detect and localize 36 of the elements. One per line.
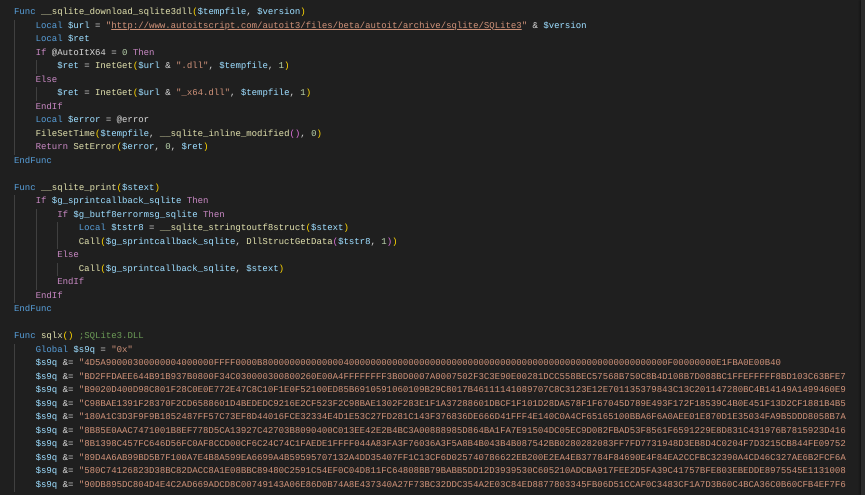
code-line: Call($g_sprintcallback_sqlite, $stext) — [78, 264, 284, 274]
code-line: $s9q &= "B9020D400D98C801F28C0E0E772E47C8C10F1E0F52100ED85B6910591060109B29C8017B46111141089707C8C3123E12E701135379843C13C201147280BC4B14149A1499460E9 — [36, 385, 846, 395]
code-line: $s9q &= "180A1C3D3F9F9B1852487FF57C73EF8D44016FCE32334E4D1E53C27FD281C143F376836DE666D41FFF4E140C0A4CF65165100BBA6F6A0AEE01E870D1E35034FA9B5DDD8058B7A — [36, 412, 846, 422]
code-line: If @AutoItX64 = 0 Then — [36, 48, 154, 58]
code-line: Local $error = @error — [36, 115, 150, 125]
code-line: EndIf — [36, 290, 63, 300]
code-line: Global $s9q = "0x" — [36, 344, 133, 354]
code-line: If $g_sprintcallback_sqlite Then — [36, 196, 208, 206]
code-line: Else — [57, 250, 79, 260]
code-line: $s9q &= "4D5A90000300000004000000FFFF0000B800000000000000400000000000000000000000000000000000000000000000000000000000F00000000E1FBA0E00B40 — [36, 358, 781, 368]
code-line: Func __sqlite_download_sqlite3dll($tempfile, $version) — [14, 7, 306, 17]
code-line: $s9q &= "C98BAE1391F28370F2CD6588601D4BEDEDC9216E2CF523F2C98BAE1302F283E1F1A37288601DBCF1F101D28DA578F1F67045D789E493F172F18539C4B0E451F13D2CF1881B4B5 — [36, 398, 846, 408]
code-line: EndIf — [36, 102, 63, 112]
code-text: Local $url = " — [36, 20, 112, 30]
code-line: EndIf — [57, 277, 84, 287]
code-line: $s9q &= "8B1398C457FC646D56FC0AF8CCD00CF6C24C74C1FAEDE1FFFF044A83FA3F76036A3F5A8B4B043B4B087542BB0280282083FF7FD7731948D3EB8D4C0204F7D3215CB844FE09752 — [36, 439, 846, 449]
code-line: $s9q &= "89D4A6AB99BD5B7F100A7E4B8A599EA6699A4B59595707132A4DD35407FF1C13CF6D025740786622EB200E2EA4EB37784F84690E4F84EA2CCFBC32390A4CD46C327AE6B2FCF6A — [36, 452, 846, 462]
code-line: Call($g_sprintcallback_sqlite, DllStructGetData($tstr8, 1)) — [78, 236, 398, 246]
code-line: EndFunc — [14, 304, 52, 314]
code-line: $s9q &= "8B85E0AAC7471001B8EF778D5CA13927C42703B8090400C013EE42E2B4BC3A00888985D864BA1FA7E91504DC05EC9D082FBAD53F8561F6591229E8D831C431976B7815923D416 — [36, 426, 846, 436]
code-line: $s9q &= "580C74126823D38BC82DACC8A1E08BBC89480C2591C54EF0C04D811FC64808BB79BABB5DD12D3939530C605210ADCBA917FEE2D5FA39C41757BFE803EBEDDE8975545E1131008 — [36, 466, 846, 476]
link[interactable]: http://www.autoitscript.com/autoit3/files/beta/autoit/archive/sqlite/SQLite3 — [111, 20, 522, 30]
code-line: Local $tstr8 = __sqlite_stringtoutf8struct($stext) — [78, 223, 349, 233]
code-line: $ret = InetGet($url & "_x64.dll", $tempfile, 1) — [57, 88, 312, 98]
code-line: If $g_butf8errormsg_sqlite Then — [57, 210, 225, 220]
code-line: $s9q &= "90DB895DC804D4E4C2AD669ADCD8C00749143A06E86D0B74A8E437340A27F73BC32DDC354A2E03C84ED8877803345FB06D51CCAF0C3483CF1A7D3B60C4BCA36C0B60CFB4EF7F6 — [36, 480, 846, 490]
code-line: EndFunc — [14, 156, 52, 166]
code-line: Func sqlx() ;SQLite3.DLL — [14, 331, 144, 341]
code-line: $ret = InetGet($url & ".dll", $tempfile, 1) — [57, 61, 290, 71]
code-line: FileSetTime($tempfile, __sqlite_inline_modified(), 0) — [36, 128, 322, 138]
code-line: Return SetError($error, 0, $ret) — [36, 142, 208, 152]
code-line: Local $ret — [36, 34, 90, 44]
code-line: Func __sqlite_print($stext) — [14, 182, 160, 192]
code-text: " & $version — [522, 20, 587, 30]
code-line: $s9q &= "BD2FFDAEE644B91B937B0800F34C030000300800260E00A4FFFFFFFF3B0D0007A0007502F3C3E90E00281DCC558BEC57568B750C8B4D108B7D088BC1FFEFFFFF8BD103C63BFE7 — [36, 372, 846, 382]
code-line: Else — [36, 74, 58, 84]
